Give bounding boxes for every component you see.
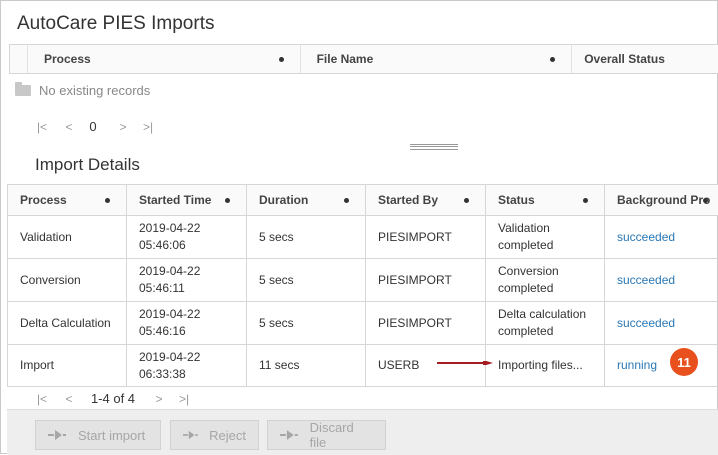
cell-background-process: succeeded: [605, 302, 718, 345]
cell-process: Validation: [8, 216, 127, 259]
column-header-label: Process: [20, 193, 67, 207]
cell-background-process: running: [605, 345, 718, 387]
column-menu-icon[interactable]: [550, 57, 555, 62]
discard-file-label: Discard file: [310, 420, 373, 450]
discard-file-button[interactable]: Discard file: [267, 420, 386, 450]
column-header-background-process[interactable]: Background Pro: [605, 185, 718, 216]
expand-column: [10, 45, 28, 73]
background-status-link[interactable]: succeeded: [617, 273, 675, 287]
cell-duration: 5 secs: [247, 302, 366, 345]
last-page-icon[interactable]: >|: [141, 120, 155, 134]
column-menu-icon[interactable]: [105, 198, 110, 203]
cell-started-by: PIESIMPORT: [366, 302, 486, 345]
import-details-grid: Process Started Time Duration Started By…: [7, 184, 718, 387]
action-toolbar: Start import Reject Discard file: [7, 409, 718, 455]
cell-duration: 11 secs: [247, 345, 366, 387]
cell-started-by: USERB: [366, 345, 486, 387]
window-frame: AutoCare PIES Imports Process File Name …: [0, 0, 718, 454]
cell-status: Validation completed: [486, 216, 605, 259]
next-page-icon[interactable]: >: [149, 392, 169, 406]
cell-started-by: PIESIMPORT: [366, 216, 486, 259]
column-header-duration[interactable]: Duration: [247, 185, 366, 216]
start-import-button[interactable]: Start import: [35, 420, 161, 450]
column-header-file-name[interactable]: File Name: [301, 45, 573, 73]
cell-process: Import: [8, 345, 127, 387]
column-menu-icon[interactable]: [703, 198, 708, 203]
cell-started-time: 2019-04-22 06:33:38: [127, 345, 247, 387]
table-row[interactable]: Delta Calculation 2019-04-22 05:46:16 5 …: [8, 302, 718, 345]
section-title: Import Details: [35, 155, 140, 175]
table-row[interactable]: Import 2019-04-22 06:33:38 11 secs USERB…: [8, 345, 718, 387]
page-title: AutoCare PIES Imports: [17, 13, 214, 35]
first-page-icon[interactable]: |<: [35, 392, 49, 406]
background-status-link[interactable]: succeeded: [617, 316, 675, 330]
cell-started-time: 2019-04-22 05:46:11: [127, 259, 247, 302]
resize-splitter[interactable]: [410, 144, 458, 150]
folder-icon: [15, 85, 31, 96]
column-header-label: File Name: [317, 52, 374, 66]
column-header-process[interactable]: Process: [28, 45, 301, 73]
column-header-process[interactable]: Process: [8, 185, 127, 216]
column-header-started-by[interactable]: Started By: [366, 185, 486, 216]
start-import-label: Start import: [78, 428, 145, 443]
column-header-label: Started By: [378, 193, 438, 207]
column-header-overall-status[interactable]: Overall Status: [572, 45, 718, 73]
column-menu-icon[interactable]: [279, 57, 284, 62]
page-range: 1-4 of 4: [85, 391, 141, 406]
grid-header-row: Process Started Time Duration Started By…: [8, 185, 718, 216]
imports-grid-header: Process File Name Overall Status: [9, 44, 718, 74]
prev-page-icon[interactable]: <: [59, 120, 79, 134]
callout-arrow-icon: [437, 361, 493, 365]
column-header-label: Status: [498, 193, 535, 207]
table-row[interactable]: Conversion 2019-04-22 05:46:11 5 secs PI…: [8, 259, 718, 302]
table-row[interactable]: Validation 2019-04-22 05:46:06 5 secs PI…: [8, 216, 718, 259]
column-header-label: Overall Status: [584, 52, 665, 66]
callout-badge: 11: [670, 348, 698, 376]
prev-page-icon[interactable]: <: [59, 392, 79, 406]
column-menu-icon[interactable]: [225, 198, 230, 203]
cell-status: Importing files...: [486, 345, 605, 387]
imports-pager: |< < 0 > >|: [35, 119, 155, 134]
column-menu-icon[interactable]: [344, 198, 349, 203]
column-menu-icon[interactable]: [583, 198, 588, 203]
reject-button[interactable]: Reject: [170, 420, 259, 450]
arrow-right-icon: [48, 430, 70, 440]
cell-status: Delta calculation completed: [486, 302, 605, 345]
column-header-label: Duration: [259, 193, 308, 207]
empty-records-text: No existing records: [39, 83, 150, 98]
column-menu-icon[interactable]: [464, 198, 469, 203]
cell-background-process: succeeded: [605, 259, 718, 302]
column-header-label: Process: [44, 52, 91, 66]
column-header-status[interactable]: Status: [486, 185, 605, 216]
background-status-link[interactable]: running: [617, 358, 657, 372]
cell-started-time: 2019-04-22 05:46:06: [127, 216, 247, 259]
last-page-icon[interactable]: >|: [177, 392, 191, 406]
first-page-icon[interactable]: |<: [35, 120, 49, 134]
current-page: 0: [83, 119, 103, 134]
cell-background-process: succeeded: [605, 216, 718, 259]
column-header-label: Started Time: [139, 193, 211, 207]
column-header-started-time[interactable]: Started Time: [127, 185, 247, 216]
cell-duration: 5 secs: [247, 216, 366, 259]
reject-label: Reject: [209, 428, 246, 443]
cell-process: Conversion: [8, 259, 127, 302]
cell-started-by: PIESIMPORT: [366, 259, 486, 302]
cell-duration: 5 secs: [247, 259, 366, 302]
arrow-right-icon: [183, 430, 201, 440]
cell-started-time: 2019-04-22 05:46:16: [127, 302, 247, 345]
cell-process: Delta Calculation: [8, 302, 127, 345]
cell-status: Conversion completed: [486, 259, 605, 302]
next-page-icon[interactable]: >: [113, 120, 133, 134]
background-status-link[interactable]: succeeded: [617, 230, 675, 244]
column-header-label: Background Pro: [617, 193, 710, 207]
empty-records-message: No existing records: [15, 83, 150, 98]
details-pager: |< < 1-4 of 4 > >|: [35, 391, 191, 406]
arrow-right-icon: [280, 430, 302, 440]
